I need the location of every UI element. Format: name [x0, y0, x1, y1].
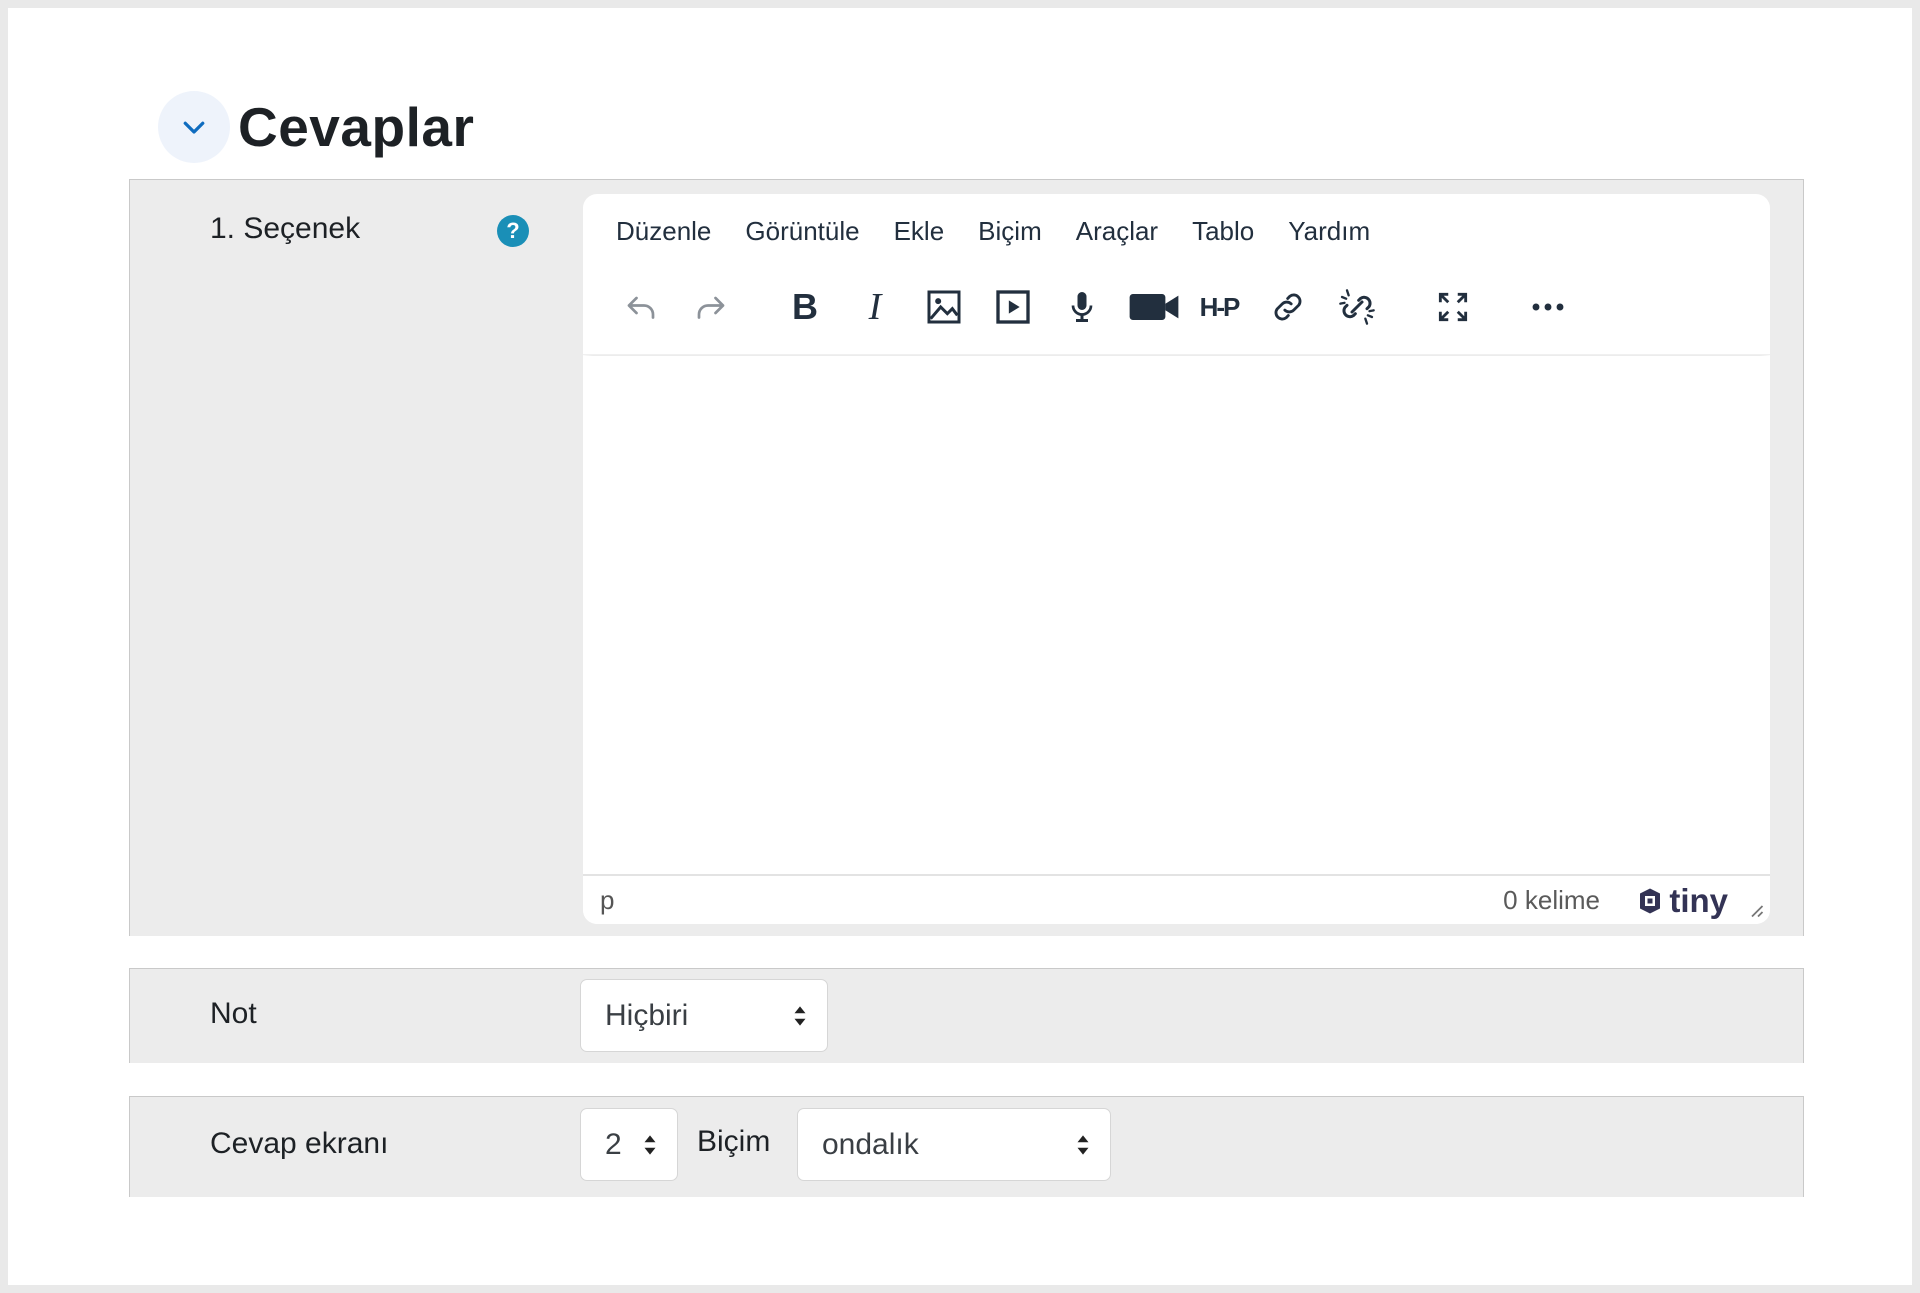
resize-handle-icon[interactable]	[1746, 900, 1764, 918]
unlink-button[interactable]	[1333, 283, 1381, 331]
format-label: Biçim	[697, 1125, 771, 1158]
italic-button[interactable]: I	[851, 283, 899, 331]
fullscreen-icon	[1438, 292, 1468, 322]
media-button[interactable]	[989, 283, 1037, 331]
unlink-icon	[1339, 289, 1375, 325]
grade-label: Not	[210, 997, 257, 1030]
redo-button[interactable]	[687, 283, 735, 331]
element-path[interactable]: p	[600, 885, 614, 916]
format-select-value: ondalık	[822, 1127, 919, 1161]
menu-edit[interactable]: Düzenle	[616, 216, 711, 247]
editor-toolbar: B I H-P	[583, 269, 1770, 355]
section-header: Cevaplar	[158, 90, 474, 164]
fullscreen-button[interactable]	[1429, 283, 1477, 331]
image-icon	[927, 290, 961, 324]
microphone-icon	[1071, 292, 1093, 322]
grade-row: Not Hiçbiri	[129, 968, 1804, 1063]
menu-tools[interactable]: Araçlar	[1076, 216, 1158, 247]
h5p-icon: H-P	[1199, 291, 1241, 322]
menu-help[interactable]: Yardım	[1288, 216, 1370, 247]
answer-row: 1. Seçenek ? Düzenle Görüntüle Ekle Biçi…	[129, 179, 1804, 936]
decimals-select[interactable]: 2	[580, 1108, 678, 1181]
tiny-logo-icon	[1640, 888, 1661, 914]
h5p-button[interactable]: H-P	[1195, 283, 1243, 331]
bold-icon: B	[792, 286, 818, 327]
record-video-button[interactable]	[1126, 283, 1182, 331]
bold-button[interactable]: B	[781, 283, 829, 331]
link-icon	[1274, 293, 1302, 321]
undo-button[interactable]	[617, 283, 665, 331]
answer-label: 1. Seçenek	[210, 212, 361, 245]
sort-caret-icon	[794, 1005, 806, 1026]
answer-display-row: Cevap ekranı 2 Biçim ondalık	[129, 1096, 1804, 1197]
menu-format[interactable]: Biçim	[978, 216, 1042, 247]
menu-table[interactable]: Tablo	[1192, 216, 1254, 247]
editor-statusbar: p 0 kelime tiny	[583, 874, 1770, 924]
menu-insert[interactable]: Ekle	[894, 216, 945, 247]
redo-icon	[697, 296, 725, 319]
tiny-logo[interactable]: tiny	[1635, 882, 1728, 920]
italic-icon: I	[868, 286, 882, 328]
undo-icon	[627, 296, 655, 319]
editor-menubar: Düzenle Görüntüle Ekle Biçim Araçlar Tab…	[583, 194, 1770, 269]
collapse-toggle-button[interactable]	[158, 91, 230, 163]
tiny-brand-label: tiny	[1669, 882, 1728, 919]
sort-caret-icon	[644, 1134, 656, 1155]
more-icon	[1532, 303, 1564, 311]
video-camera-icon	[1129, 294, 1179, 320]
record-audio-button[interactable]	[1058, 283, 1106, 331]
page-frame: Cevaplar 1. Seçenek ? Düzenle Görüntüle …	[8, 8, 1912, 1285]
section-title: Cevaplar	[238, 96, 475, 158]
grade-select-value: Hiçbiri	[605, 998, 689, 1032]
more-button[interactable]	[1524, 283, 1572, 331]
link-button[interactable]	[1264, 283, 1312, 331]
decimals-select-value: 2	[605, 1127, 622, 1161]
rich-text-editor: Düzenle Görüntüle Ekle Biçim Araçlar Tab…	[583, 194, 1770, 924]
media-icon	[996, 290, 1030, 324]
grade-select[interactable]: Hiçbiri	[580, 979, 828, 1052]
menu-view[interactable]: Görüntüle	[745, 216, 859, 247]
answer-display-label: Cevap ekranı	[210, 1127, 389, 1160]
question-circle-icon[interactable]: ?	[497, 215, 529, 247]
editor-content-area[interactable]	[583, 356, 1770, 859]
format-select[interactable]: ondalık	[797, 1108, 1111, 1181]
image-button[interactable]	[920, 283, 968, 331]
chevron-down-icon	[183, 121, 205, 134]
word-count[interactable]: 0 kelime	[1503, 885, 1600, 916]
sort-caret-icon	[1077, 1134, 1089, 1155]
